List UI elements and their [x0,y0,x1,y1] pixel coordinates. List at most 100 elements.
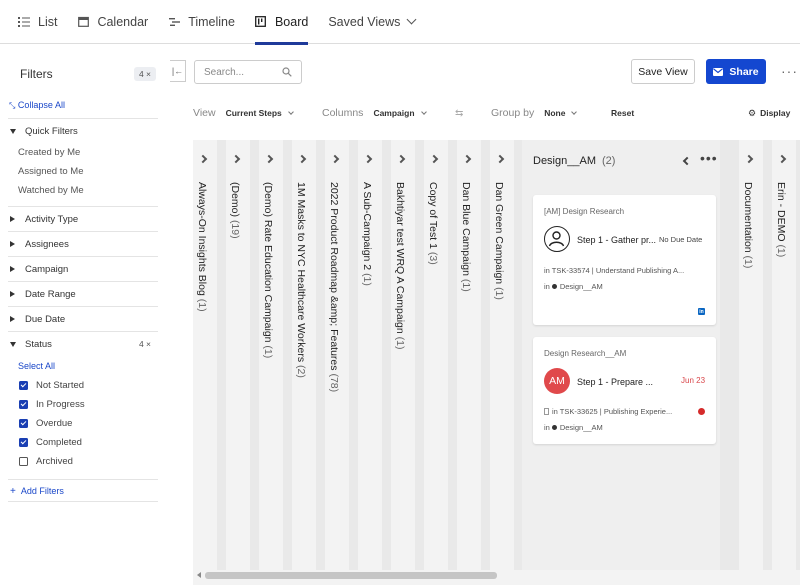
expand-column-icon[interactable] [777,154,787,164]
display-button[interactable]: ⚙ Display [748,104,790,122]
card-step: Step 1 - Prepare ... [577,377,654,387]
board-column-collapsed[interactable]: Always-On Insights Blog (1) [193,140,217,570]
reset-button[interactable]: Reset [611,104,634,122]
checkbox-checked[interactable] [19,438,28,447]
save-view-button[interactable]: Save View [631,59,695,84]
chevron-down-icon [420,108,427,115]
column-count: (2) [295,365,307,378]
status-option-label: Overdue [36,418,73,429]
expand-column-icon[interactable] [429,154,439,164]
checkbox-checked[interactable] [19,381,28,390]
column-count: (1) [742,255,754,269]
board-column-collapsed[interactable]: A Sub-Campaign 2 (1) [358,140,382,570]
status-option-in-progress[interactable]: In Progress [8,395,158,414]
card-campaign: in Design__AM [544,282,603,291]
checkbox-unchecked[interactable] [19,457,28,466]
share-button[interactable]: Share [706,59,766,84]
board-column-collapsed[interactable]: Dan Blue Campaign (1) [457,140,481,570]
more-options-icon[interactable]: ••• [700,150,718,166]
checkbox-checked[interactable] [19,400,28,409]
column-count: (1) [262,345,274,359]
column-title: Bakhtiyar test WRQ A Campaign (1) [394,182,406,350]
tab-board-label: Board [274,14,309,29]
status-option-not-started[interactable]: Not Started [8,376,158,395]
status-count-badge[interactable]: 4 × [134,337,156,351]
status-option-archived[interactable]: Archived [8,452,158,471]
tab-list-label: List [38,14,58,29]
checkbox-checked[interactable] [19,419,28,428]
quick-filters-label: Quick Filters [25,125,78,137]
board-column-collapsed[interactable]: Bakhtiyar test WRQ A Campaign (1) [391,140,415,570]
board-column-collapsed[interactable]: Dan Green Campaign (1) [490,140,514,570]
filters-count: 4 [138,69,144,79]
document-icon [544,408,549,415]
search-input[interactable]: Search... [194,60,302,84]
swap-icon[interactable]: ⇆ [455,104,463,122]
collapse-left-icon: |← [171,66,184,76]
collapse-column-icon[interactable] [682,156,692,166]
expand-column-icon[interactable] [495,154,505,164]
due-date-toggle[interactable]: Due Date [8,307,158,331]
expand-column-icon[interactable] [297,154,307,164]
status-option-overdue[interactable]: Overdue [8,414,158,433]
caret-right-icon [10,291,15,297]
view-select[interactable]: View Current Steps [193,104,294,122]
expand-column-icon[interactable] [330,154,340,164]
quick-filter-assigned-to-me[interactable]: Assigned to Me [8,162,158,181]
collapse-icon: ⤡ [9,101,16,110]
expand-column-icon[interactable] [363,154,373,164]
add-filters-link[interactable]: + Add Filters [8,480,158,502]
tab-calendar[interactable]: Calendar [77,0,148,44]
expand-column-icon[interactable] [396,154,406,164]
column-count: (1) [394,336,406,350]
filters-count-badge[interactable]: 4 × [133,67,156,81]
calendar-icon [77,16,89,28]
board-column-collapsed[interactable]: (Demo) (19) [226,140,250,570]
campaign-toggle[interactable]: Campaign [8,257,158,281]
tab-calendar-label: Calendar [97,14,149,29]
quick-filter-created-by-me[interactable]: Created by Me [8,143,158,162]
expand-column-icon[interactable] [744,154,754,164]
board-area: Design__AM (2) ••• [AM] Design Research … [193,140,800,570]
status-toggle[interactable]: Status 4 × [8,332,158,356]
status-option-completed[interactable]: Completed [8,433,158,452]
select-all-link[interactable]: Select All [8,356,158,376]
card-campaign-name: Design__AM [559,282,603,291]
collapse-all-link[interactable]: ⤡ Collapse All [0,92,168,118]
tab-board[interactable]: Board [254,0,309,45]
assignees-toggle[interactable]: Assignees [8,232,158,256]
board-column-collapsed[interactable]: (Demo) Rate Education Campaign (1) [259,140,283,570]
columns-select[interactable]: Columns Campaign [322,104,427,122]
column-name: Dan Green Campaign [493,182,505,285]
expand-column-icon[interactable] [462,154,472,164]
expand-column-icon[interactable] [264,154,274,164]
board-view-settings: View Current Steps Columns Campaign ⇆ Gr… [193,104,800,124]
group-by-select[interactable]: Group by None [491,104,578,122]
tab-timeline[interactable]: Timeline [168,0,235,44]
board-column-collapsed[interactable]: 1M Masks to NYC Healthcare Workers (2) [292,140,316,570]
add-filters-section: + Add Filters [8,479,158,502]
scrollbar-thumb[interactable] [205,572,497,579]
more-options-icon[interactable]: ··· [781,63,798,79]
date-range-toggle[interactable]: Date Range [8,282,158,306]
board-column-collapsed[interactable]: Erin - DEMO (1) [772,140,796,570]
quick-filters-toggle[interactable]: Quick Filters [8,119,158,143]
tab-list[interactable]: List [18,0,57,44]
expand-column-icon[interactable] [198,154,208,164]
column-title: 2022 Product Roadmap &amp; Features (78) [328,182,340,392]
board-column-collapsed[interactable]: 2022 Product Roadmap &amp; Features (78) [325,140,349,570]
search-placeholder: Search... [204,66,245,78]
board-column-collapsed[interactable]: Copy of Test 1 (3) [424,140,448,570]
board-column-collapsed[interactable]: Documentation (1) [739,140,763,570]
tab-saved-views[interactable]: Saved Views [328,0,417,44]
collapse-sidebar-button[interactable]: |← [170,60,186,82]
card-step: Step 1 - Gather pr... [577,235,657,245]
expand-column-icon[interactable] [231,154,241,164]
quick-filter-watched-by-me[interactable]: Watched by Me [8,181,158,200]
task-card[interactable]: [AM] Design Research Step 1 - Gather pr.… [533,195,716,325]
task-card[interactable]: Design Research__AM AM Step 1 - Prepare … [533,337,716,444]
card-campaign: in Design__AM [544,423,603,432]
due-date-label: Due Date [25,313,66,325]
activity-type-toggle[interactable]: Activity Type [8,207,158,231]
scroll-left-icon[interactable] [197,572,201,578]
